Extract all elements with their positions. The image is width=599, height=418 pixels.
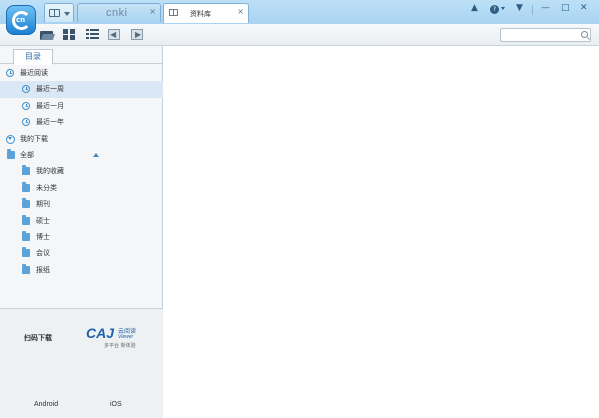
- tree-item-label: 硕士: [36, 216, 50, 225]
- tree-item-label: 全部: [20, 150, 34, 159]
- tree-item-journals[interactable]: 期刊: [0, 196, 163, 212]
- tree-item-recent[interactable]: 最近阅读: [0, 65, 163, 81]
- tree-item-label: 会议: [36, 249, 50, 258]
- back-icon[interactable]: ◀: [108, 29, 122, 41]
- tree-item-label: 报纸: [36, 265, 50, 274]
- clock-icon: [22, 118, 30, 127]
- main-content-area: [164, 46, 599, 418]
- tree-item-downloads[interactable]: 我的下载: [0, 131, 163, 147]
- open-folder-icon[interactable]: [40, 29, 56, 41]
- book-icon: [49, 9, 60, 17]
- sidebar-header: 目录: [0, 46, 163, 65]
- app-logo[interactable]: cn: [6, 5, 36, 35]
- sidebar: 目录 最近阅读 最近一周 最近一月 最近一年 我的下载 全部 我的收藏 未分类 …: [0, 46, 163, 418]
- tree-item-conference[interactable]: 会议: [0, 245, 163, 261]
- tab-close-icon[interactable]: ×: [149, 7, 156, 16]
- folder-icon: [7, 148, 15, 159]
- tab-library-label: 资料库: [190, 10, 211, 18]
- caj-logo: CAJ: [86, 325, 115, 341]
- tree-item-favorites[interactable]: 我的收藏: [0, 163, 163, 179]
- tree-item-label: 我的下载: [20, 134, 48, 143]
- download-promo: 扫码下载 CAJ 云阅读 Viewer 多平台 新体验 Android iOS: [0, 308, 163, 418]
- tree-item-label: 最近一月: [36, 101, 64, 110]
- clock-icon: [6, 69, 14, 77]
- tab-catalog[interactable]: 目录: [13, 49, 53, 65]
- title-bar: cnki × 资料库 × ▲ ? ▼ — □ ✕: [0, 0, 599, 24]
- tree-item-masters[interactable]: 硕士: [0, 213, 163, 229]
- folder-icon: [22, 230, 30, 241]
- forward-icon[interactable]: ▶: [131, 29, 145, 41]
- tab-cnki[interactable]: cnki ×: [77, 3, 161, 22]
- tree-item-label: 未分类: [36, 183, 57, 192]
- tree-item-label: 博士: [36, 232, 50, 241]
- folder-icon: [22, 247, 30, 258]
- ios-download-link[interactable]: iOS: [110, 401, 122, 408]
- caj-viewer-label: Viewer: [118, 334, 134, 340]
- folder-icon: [22, 165, 30, 176]
- tree-item-recent-month[interactable]: 最近一月: [0, 98, 163, 114]
- search-icon[interactable]: [581, 31, 588, 38]
- tab-close-icon[interactable]: ×: [237, 7, 244, 16]
- maximize-icon[interactable]: □: [561, 3, 570, 13]
- skin-icon[interactable]: ▼: [516, 3, 523, 13]
- help-icon[interactable]: ?: [490, 5, 499, 14]
- tree-item-recent-week[interactable]: 最近一周: [0, 81, 163, 98]
- toolbar: ◀ ▶: [0, 24, 599, 46]
- folder-icon: [22, 214, 30, 225]
- divider: [532, 5, 533, 15]
- tree-item-label: 最近一年: [36, 118, 64, 127]
- collapse-icon[interactable]: [93, 152, 99, 157]
- tree-item-newspaper[interactable]: 报纸: [0, 262, 163, 278]
- clock-icon: [22, 85, 30, 94]
- tree-item-label: 期刊: [36, 200, 50, 209]
- list-view-icon[interactable]: [86, 29, 100, 41]
- search-input[interactable]: [500, 28, 591, 42]
- tree-item-uncategorized[interactable]: 未分类: [0, 180, 163, 196]
- menu-tab-button[interactable]: [44, 3, 74, 22]
- caj-tagline: 多平台 新体验: [104, 343, 136, 349]
- cnki-logo: cnki: [106, 7, 128, 19]
- minimize-icon[interactable]: —: [541, 3, 550, 13]
- close-icon[interactable]: ✕: [580, 3, 588, 13]
- catalog-tree: 最近阅读 最近一周 最近一月 最近一年 我的下载 全部 我的收藏 未分类 期刊 …: [0, 65, 163, 278]
- clock-icon: [22, 101, 30, 110]
- android-download-link[interactable]: Android: [34, 401, 58, 408]
- folder-icon: [22, 263, 30, 274]
- logo-mark: cn: [16, 16, 26, 24]
- download-icon: [6, 134, 15, 144]
- tree-item-label: 最近一周: [36, 85, 64, 94]
- folder-icon: [22, 181, 30, 192]
- tree-item-label: 我的收藏: [36, 167, 64, 176]
- folder-icon: [22, 198, 30, 209]
- grid-view-icon[interactable]: [63, 29, 77, 41]
- tree-item-recent-year[interactable]: 最近一年: [0, 114, 163, 130]
- tab-library[interactable]: 资料库 ×: [163, 3, 249, 23]
- tree-item-all[interactable]: 全部: [0, 147, 163, 163]
- chevron-down-icon[interactable]: [501, 7, 505, 10]
- chevron-down-icon: [64, 12, 70, 16]
- tree-item-doctoral[interactable]: 博士: [0, 229, 163, 245]
- user-icon[interactable]: ▲: [471, 3, 478, 13]
- scan-download-label: 扫码下载: [24, 334, 52, 342]
- book-icon: [169, 9, 178, 16]
- tree-item-label: 最近阅读: [20, 69, 48, 77]
